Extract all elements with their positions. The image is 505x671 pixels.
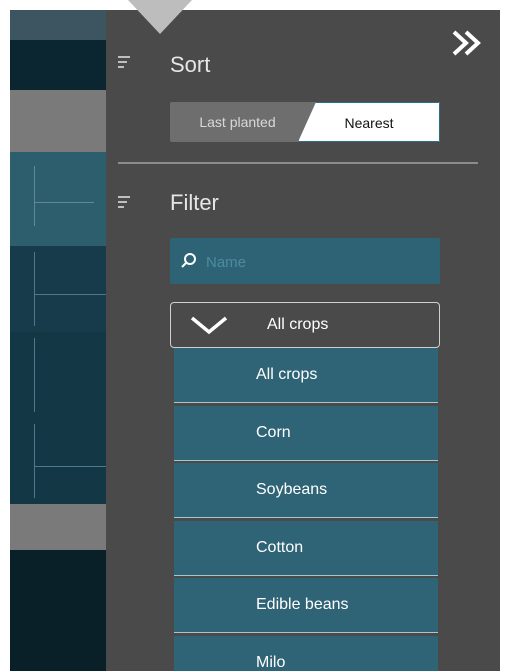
name-search-input[interactable] [204,238,428,286]
sort-lines-icon [118,56,134,71]
crop-options-list: All crops Corn Soybeans Cotton Edible be… [174,348,438,671]
map-tile [10,10,106,40]
chevron-down-icon [190,316,228,335]
sort-option-nearest[interactable]: Nearest [298,102,440,142]
map-tile [10,550,106,671]
map-field-tile [10,418,106,504]
sort-filter-panel: Sort Last planted Nearest Filter All cro… [106,10,500,671]
double-chevron-right-icon [452,30,481,56]
crop-option-corn[interactable]: Corn [174,405,438,461]
filter-title: Filter [170,190,219,215]
app-frame: Sort Last planted Nearest Filter All cro… [10,10,500,671]
crop-option-milo[interactable]: Milo [174,635,438,671]
sort-title: Sort [170,52,211,77]
collapse-panel-button[interactable] [450,28,486,58]
map-field-tile [10,246,106,332]
filter-lines-icon [118,196,134,211]
search-icon [181,253,196,268]
section-divider [118,162,478,164]
map-strip[interactable] [10,10,106,671]
crop-option-cotton[interactable]: Cotton [174,520,438,576]
map-tile [10,90,106,152]
map-tile [10,504,106,550]
sort-option-last-planted[interactable]: Last planted [170,102,305,142]
pointer-arrow [128,0,192,34]
map-tile [10,40,106,90]
crop-select-value: All crops [267,316,329,333]
map-field-tile [10,332,106,418]
crop-option-all-crops[interactable]: All crops [174,348,438,403]
name-search-field[interactable] [170,238,440,286]
crop-select[interactable]: All crops [170,302,440,348]
map-field-tile [10,152,106,246]
crop-option-edible-beans[interactable]: Edible beans [174,578,438,634]
sort-toggle[interactable]: Last planted Nearest [170,102,440,142]
crop-option-soybeans[interactable]: Soybeans [174,463,438,519]
